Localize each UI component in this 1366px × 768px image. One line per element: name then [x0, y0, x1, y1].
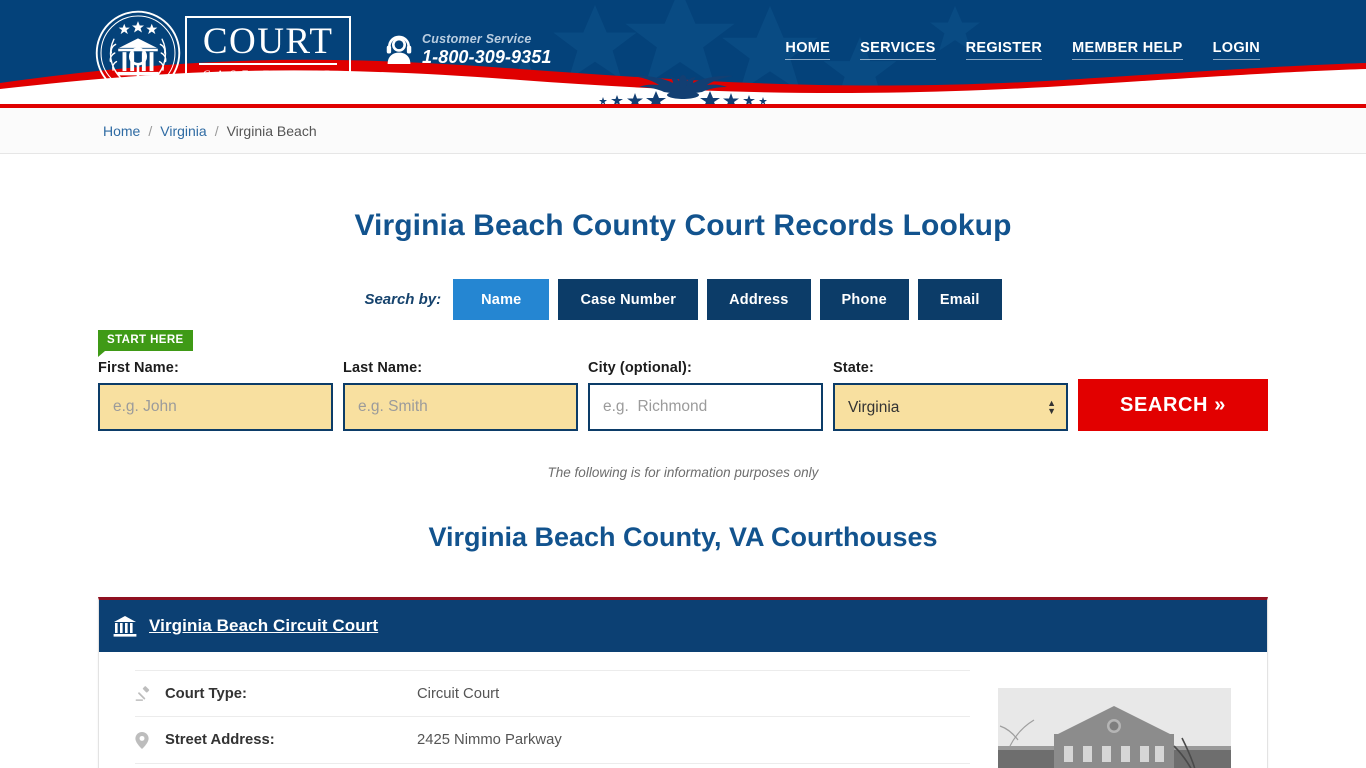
- breadcrumb-separator: /: [214, 122, 219, 139]
- breadcrumb-bar: Home / Virginia / Virginia Beach: [0, 108, 1366, 154]
- map-pin-icon: [135, 731, 165, 749]
- top-navigation: HOME SERVICES REGISTER MEMBER HELP LOGIN: [785, 40, 1260, 60]
- first-name-group: First Name:: [98, 360, 333, 431]
- nav-item-login[interactable]: LOGIN: [1212, 40, 1260, 60]
- last-name-label: Last Name:: [343, 360, 423, 376]
- state-select[interactable]: Virginia: [833, 383, 1068, 431]
- row-value: Circuit Court: [417, 685, 500, 702]
- search-by-tabs: Search by: Name Case Number Address Phon…: [0, 279, 1366, 320]
- tab-phone[interactable]: Phone: [819, 279, 909, 320]
- last-name-input[interactable]: [343, 383, 578, 431]
- search-button[interactable]: SEARCH »: [1078, 379, 1268, 431]
- table-row: Street Address: 2425 Nimmo Parkway: [135, 717, 970, 764]
- court-card-header: Virginia Beach Circuit Court: [99, 600, 1267, 652]
- nav-item-register[interactable]: REGISTER: [965, 40, 1043, 60]
- court-card: Virginia Beach Circuit Court Court Type:…: [98, 597, 1268, 768]
- table-row: Court Type: Circuit Court: [135, 670, 970, 717]
- courthouse-photo: [998, 688, 1231, 768]
- main-content: Virginia Beach County Court Records Look…: [0, 154, 1366, 768]
- site-header: COURT CASE FINDER Customer Service 1-800…: [0, 0, 1366, 104]
- nav-item-member-help[interactable]: MEMBER HELP: [1072, 40, 1183, 60]
- tab-name[interactable]: Name: [453, 279, 550, 320]
- header-eagle-decoration: [599, 75, 767, 104]
- city-label: City (optional):: [588, 360, 692, 376]
- courthouses-section-title: Virginia Beach County, VA Courthouses: [428, 522, 938, 552]
- nav-item-services[interactable]: SERVICES: [860, 40, 936, 60]
- table-row: City: Virginia Beach: [135, 764, 970, 768]
- bank-courthouse-icon: [113, 616, 137, 637]
- search-by-label: Search by:: [364, 291, 442, 308]
- customer-service-label: Customer Service: [422, 32, 532, 46]
- row-label: Street Address:: [165, 732, 275, 748]
- first-name-input[interactable]: [98, 383, 333, 431]
- tab-email[interactable]: Email: [917, 279, 1002, 320]
- start-here-badge: START HERE: [98, 330, 193, 357]
- last-name-group: Last Name:: [343, 360, 578, 431]
- state-label: State:: [833, 360, 874, 376]
- page-title: Virginia Beach County Court Records Look…: [354, 209, 1012, 242]
- court-detail-rows: Court Type: Circuit Court Street Address…: [135, 670, 970, 768]
- court-card-body: Court Type: Circuit Court Street Address…: [99, 652, 1267, 768]
- courthouse-photo-wrap: [998, 670, 1231, 768]
- nav-item-home[interactable]: HOME: [785, 40, 831, 60]
- gavel-icon: [135, 685, 165, 702]
- breadcrumb-item-virginia[interactable]: Virginia: [160, 123, 206, 139]
- header-red-rule: [0, 104, 1366, 108]
- tab-address[interactable]: Address: [707, 279, 811, 320]
- city-input[interactable]: [588, 383, 823, 431]
- breadcrumb-item-home[interactable]: Home: [103, 123, 140, 139]
- breadcrumb: Home / Virginia / Virginia Beach: [103, 123, 317, 139]
- row-value: 2425 Nimmo Parkway: [417, 732, 562, 748]
- breadcrumb-item-current: Virginia Beach: [226, 122, 317, 139]
- breadcrumb-separator: /: [148, 122, 153, 139]
- court-name-link[interactable]: Virginia Beach Circuit Court: [149, 616, 378, 636]
- tab-case-number[interactable]: Case Number: [558, 279, 699, 320]
- search-form: START HERE First Name: Last Name: City (…: [98, 320, 1268, 431]
- state-group: State: Virginia ▲ ▼: [833, 360, 1068, 431]
- first-name-label: First Name:: [98, 360, 179, 376]
- city-group: City (optional):: [588, 360, 823, 431]
- row-label: Court Type:: [165, 685, 247, 702]
- disclaimer-text: The following is for information purpose…: [547, 465, 819, 480]
